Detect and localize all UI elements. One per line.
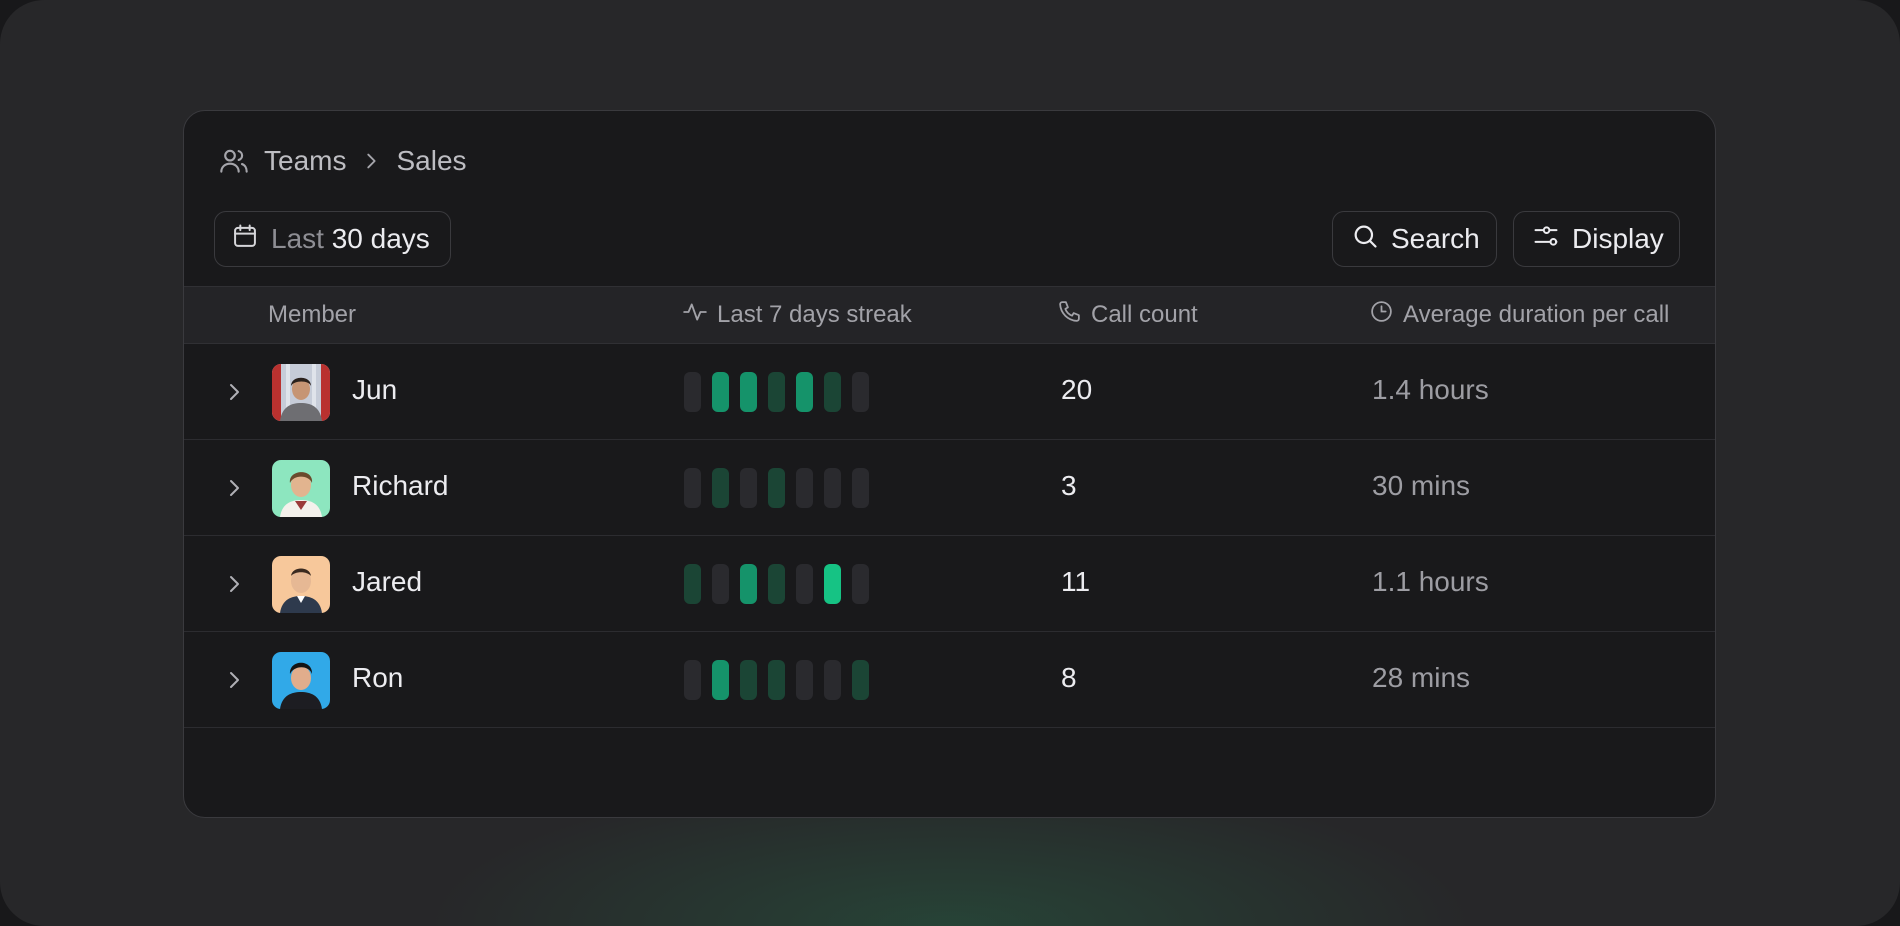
column-header-member-label: Member — [268, 301, 356, 329]
average-duration: 28 mins — [1372, 662, 1470, 694]
streak-day — [684, 564, 701, 604]
users-icon — [218, 145, 250, 177]
call-count: 3 — [1061, 470, 1077, 502]
column-header-calls-label: Call count — [1091, 301, 1198, 329]
streak-day — [768, 660, 785, 700]
chevron-right-icon[interactable] — [222, 668, 246, 697]
streak-day — [684, 660, 701, 700]
column-header-calls[interactable]: Call count — [1057, 287, 1198, 343]
column-header-duration[interactable]: Average duration per call — [1369, 287, 1669, 343]
breadcrumb: Teams Sales — [218, 141, 467, 181]
streak-day — [740, 564, 757, 604]
call-count: 8 — [1061, 662, 1077, 694]
search-button[interactable]: Search — [1332, 211, 1497, 267]
avatar — [272, 556, 330, 613]
streak-day — [712, 564, 729, 604]
streak-day — [796, 564, 813, 604]
member-name[interactable]: Jun — [352, 374, 397, 406]
streak-bars — [684, 660, 869, 700]
search-button-label: Search — [1391, 223, 1480, 255]
streak-day — [712, 660, 729, 700]
column-header-duration-label: Average duration per call — [1403, 301, 1669, 329]
calendar-icon — [231, 222, 259, 257]
table-row[interactable]: Richard 3 30 mins — [184, 440, 1716, 536]
column-header-member[interactable]: Member — [268, 287, 356, 343]
chevron-right-icon[interactable] — [222, 572, 246, 601]
table-row[interactable]: Jared 11 1.1 hours — [184, 536, 1716, 632]
streak-day — [852, 468, 869, 508]
streak-bars — [684, 468, 869, 508]
table-row[interactable]: Ron 8 28 mins — [184, 632, 1716, 728]
streak-day — [852, 372, 869, 412]
streak-day — [712, 372, 729, 412]
streak-day — [740, 372, 757, 412]
team-panel: Teams Sales Last 30 days Search — [183, 110, 1716, 818]
streak-day — [740, 660, 757, 700]
streak-day — [824, 564, 841, 604]
call-count: 11 — [1061, 566, 1090, 598]
streak-day — [852, 564, 869, 604]
streak-day — [740, 468, 757, 508]
streak-day — [824, 660, 841, 700]
average-duration: 1.4 hours — [1372, 374, 1489, 406]
sliders-icon — [1532, 222, 1560, 257]
member-table-body: Jun 20 1.4 hours — [184, 344, 1716, 728]
chevron-right-icon[interactable] — [222, 476, 246, 505]
avatar — [272, 460, 330, 517]
average-duration: 1.1 hours — [1372, 566, 1489, 598]
avatar — [272, 652, 330, 709]
member-name[interactable]: Ron — [352, 662, 403, 694]
display-button-label: Display — [1572, 223, 1664, 255]
streak-day — [796, 660, 813, 700]
chevron-right-icon[interactable] — [222, 380, 246, 409]
streak-day — [768, 468, 785, 508]
average-duration: 30 mins — [1372, 470, 1470, 502]
date-range-filter[interactable]: Last 30 days — [214, 211, 451, 267]
breadcrumb-sales[interactable]: Sales — [396, 145, 466, 177]
display-button[interactable]: Display — [1513, 211, 1680, 267]
streak-bars — [684, 564, 869, 604]
streak-day — [824, 372, 841, 412]
column-header-streak[interactable]: Last 7 days streak — [682, 287, 912, 343]
streak-day — [796, 372, 813, 412]
chevron-right-icon — [360, 150, 382, 172]
activity-icon — [682, 299, 708, 332]
breadcrumb-teams[interactable]: Teams — [264, 145, 346, 177]
member-name[interactable]: Jared — [352, 566, 422, 598]
streak-day — [852, 660, 869, 700]
search-icon — [1351, 222, 1379, 257]
streak-day — [796, 468, 813, 508]
streak-day — [684, 372, 701, 412]
streak-day — [824, 468, 841, 508]
date-filter-prefix: Last — [271, 223, 324, 254]
date-filter-value: 30 days — [332, 223, 430, 254]
streak-day — [684, 468, 701, 508]
phone-icon — [1057, 299, 1082, 331]
clock-icon — [1369, 299, 1394, 331]
streak-day — [768, 372, 785, 412]
avatar — [272, 364, 330, 421]
app-background: Teams Sales Last 30 days Search — [0, 0, 1900, 926]
member-name[interactable]: Richard — [352, 470, 448, 502]
streak-day — [712, 468, 729, 508]
table-row[interactable]: Jun 20 1.4 hours — [184, 344, 1716, 440]
call-count: 20 — [1061, 374, 1092, 406]
table-header: Member Last 7 days streak Call count Ave… — [184, 286, 1716, 344]
streak-bars — [684, 372, 869, 412]
column-header-streak-label: Last 7 days streak — [717, 301, 912, 329]
streak-day — [768, 564, 785, 604]
